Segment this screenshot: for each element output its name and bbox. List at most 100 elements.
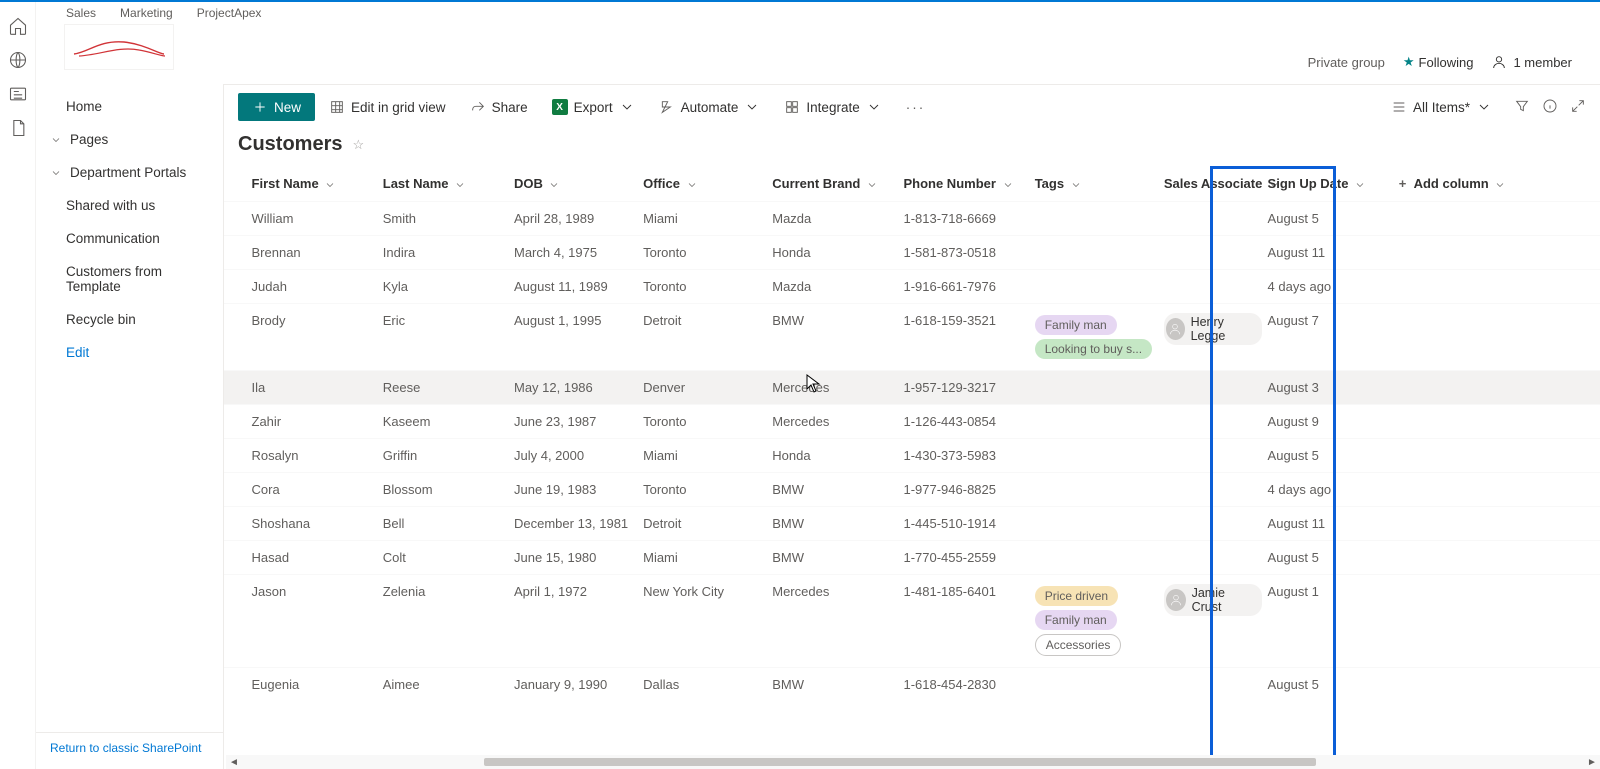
tab-sales[interactable]: Sales: [66, 6, 96, 20]
new-button[interactable]: New: [238, 93, 315, 121]
edit-grid-button[interactable]: Edit in grid view: [319, 93, 456, 121]
table-row[interactable]: ShoshanaBellDecember 13, 1981DetroitBMW1…: [224, 507, 1600, 541]
table-row[interactable]: HasadColtJune 15, 1980MiamiBMW1-770-455-…: [224, 541, 1600, 575]
cell-dob: April 1, 1972: [514, 575, 643, 668]
table-row[interactable]: JudahKylaAugust 11, 1989TorontoMazda1-91…: [224, 270, 1600, 304]
export-button[interactable]: X Export: [542, 93, 645, 121]
cell-office: Toronto: [643, 405, 772, 439]
scroll-thumb[interactable]: [484, 758, 1316, 766]
column-header[interactable]: Tags: [1035, 166, 1164, 202]
add-column-button[interactable]: + Add column: [1399, 166, 1600, 202]
cell-associate: [1164, 405, 1268, 439]
files-icon[interactable]: [8, 118, 28, 138]
integrate-button[interactable]: Integrate: [774, 93, 891, 121]
cell-first-name: Ila: [252, 371, 383, 405]
tab-marketing[interactable]: Marketing: [120, 6, 173, 20]
automate-button[interactable]: Automate: [649, 93, 771, 121]
cell-office: Detroit: [643, 507, 772, 541]
chevron-down-icon: [1354, 179, 1366, 191]
table-row[interactable]: ZahirKaseemJune 23, 1987TorontoMercedes1…: [224, 405, 1600, 439]
plus-icon: [252, 99, 268, 115]
table-row[interactable]: WilliamSmithApril 28, 1989MiamiMazda1-81…: [224, 202, 1600, 236]
nav-item-communication[interactable]: Communication: [36, 222, 223, 255]
horizontal-scrollbar[interactable]: ◄ ►: [226, 755, 1600, 769]
table-row[interactable]: CoraBlossomJune 19, 1983TorontoBMW1-977-…: [224, 473, 1600, 507]
tab-projectapex[interactable]: ProjectApex: [197, 6, 262, 20]
chevron-down-icon: [744, 99, 760, 115]
column-header[interactable]: Sign Up Date: [1268, 166, 1399, 202]
cell-brand: Mercedes: [772, 371, 903, 405]
cell-first-name: Brennan: [252, 236, 383, 270]
table-row[interactable]: JasonZeleniaApril 1, 1972New York CityMe…: [224, 575, 1600, 668]
following-button[interactable]: ★Following: [1403, 54, 1474, 70]
column-header[interactable]: Current Brand: [772, 166, 903, 202]
cell-last-name: Colt: [383, 541, 514, 575]
site-logo[interactable]: [64, 24, 174, 70]
column-header[interactable]: Sales Associate: [1164, 166, 1268, 202]
cell-first-name: Jason: [252, 575, 383, 668]
chevron-down-icon: [686, 179, 698, 191]
table-row[interactable]: BrodyEricAugust 1, 1995DetroitBMW1-618-1…: [224, 304, 1600, 371]
cell-last-name: Smith: [383, 202, 514, 236]
cell-dob: August 1, 1995: [514, 304, 643, 371]
more-button[interactable]: ···: [896, 94, 936, 121]
cell-last-name: Indira: [383, 236, 514, 270]
info-button[interactable]: [1542, 98, 1558, 117]
cell-phone: 1-445-510-1914: [903, 507, 1034, 541]
column-header[interactable]: Office: [643, 166, 772, 202]
sales-associate-pill[interactable]: Jamie Crust: [1164, 584, 1262, 616]
home-icon[interactable]: [8, 16, 28, 36]
cell-signup: 4 days ago: [1268, 473, 1399, 507]
cell-brand: BMW: [772, 507, 903, 541]
globe-icon[interactable]: [8, 50, 28, 70]
cell-office: New York City: [643, 575, 772, 668]
expand-icon: [1570, 98, 1586, 114]
cell-brand: Honda: [772, 439, 903, 473]
nav-item-home[interactable]: Home: [36, 90, 223, 123]
news-icon[interactable]: [8, 84, 28, 104]
cell-associate: [1164, 668, 1268, 702]
cell-last-name: Blossom: [383, 473, 514, 507]
cell-office: Toronto: [643, 473, 772, 507]
favorite-star-icon[interactable]: ☆: [352, 137, 364, 153]
nav-item-recycle-bin[interactable]: Recycle bin: [36, 303, 223, 336]
cell-brand: BMW: [772, 473, 903, 507]
column-header[interactable]: Last Name: [383, 166, 514, 202]
cell-tags: [1035, 541, 1164, 575]
nav-item-customers-from-template[interactable]: Customers from Template: [36, 255, 223, 303]
chevron-down-icon: [50, 167, 62, 179]
cell-brand: Honda: [772, 236, 903, 270]
filter-button[interactable]: [1514, 98, 1530, 117]
cell-office: Dallas: [643, 668, 772, 702]
nav-edit[interactable]: Edit: [36, 336, 223, 369]
cell-office: Toronto: [643, 270, 772, 304]
share-button[interactable]: Share: [460, 93, 538, 121]
cell-tags: [1035, 202, 1164, 236]
cell-signup: August 9: [1268, 405, 1399, 439]
nav-item-department-portals[interactable]: Department Portals: [36, 156, 223, 189]
sales-associate-pill[interactable]: Henry Legge: [1164, 313, 1262, 345]
column-header[interactable]: Phone Number: [903, 166, 1034, 202]
cell-brand: Mazda: [772, 202, 903, 236]
table-row[interactable]: EugeniaAimeeJanuary 9, 1990DallasBMW1-61…: [224, 668, 1600, 702]
expand-button[interactable]: [1570, 98, 1586, 117]
cell-tags: Family man Looking to buy s...: [1035, 304, 1164, 371]
column-header[interactable]: DOB: [514, 166, 643, 202]
tag-pill: Looking to buy s...: [1035, 339, 1152, 359]
cell-phone: 1-581-873-0518: [903, 236, 1034, 270]
table-row[interactable]: RosalynGriffinJuly 4, 2000MiamiHonda1-43…: [224, 439, 1600, 473]
scroll-left-icon[interactable]: ◄: [226, 757, 242, 768]
cell-phone: 1-126-443-0854: [903, 405, 1034, 439]
cell-dob: May 12, 1986: [514, 371, 643, 405]
cell-first-name: Shoshana: [252, 507, 383, 541]
scroll-right-icon[interactable]: ►: [1584, 757, 1600, 768]
nav-item-shared-with-us[interactable]: Shared with us: [36, 189, 223, 222]
return-classic-link[interactable]: Return to classic SharePoint: [36, 732, 223, 763]
column-header[interactable]: First Name: [252, 166, 383, 202]
nav-item-pages[interactable]: Pages: [36, 123, 223, 156]
view-switcher[interactable]: All Items*: [1381, 93, 1502, 121]
members-button[interactable]: 1 member: [1491, 54, 1572, 70]
table-row[interactable]: BrennanIndiraMarch 4, 1975TorontoHonda1-…: [224, 236, 1600, 270]
tag-pill: Family man: [1035, 315, 1117, 335]
table-row[interactable]: IlaReeseMay 12, 1986DenverMercedes1-957-…: [224, 371, 1600, 405]
